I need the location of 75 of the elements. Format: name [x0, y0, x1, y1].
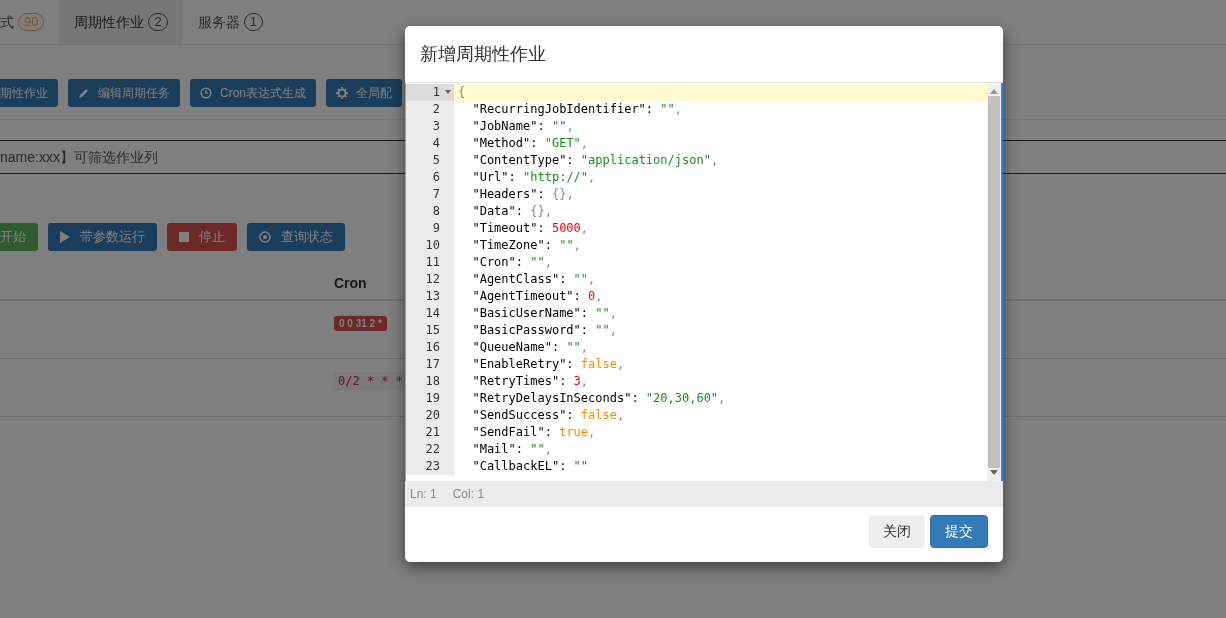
code-line: "Mail": "", — [471, 441, 552, 458]
action-button[interactable]: 开始 — [0, 223, 38, 251]
code-line: "BasicPassword": "", — [471, 322, 617, 339]
toolbar-button[interactable]: 期性作业 — [0, 79, 58, 107]
cursor-column: Col: 1 — [452, 485, 485, 503]
tab-label: 周期性作业 — [74, 12, 145, 32]
close-button[interactable]: 关闭 — [869, 515, 925, 548]
line-number: 21 — [425, 425, 440, 439]
code-line: "BasicUserName": "", — [471, 305, 617, 322]
cron-expression: 0/2 * * * — [334, 372, 408, 390]
scroll-up-icon[interactable] — [990, 89, 998, 94]
line-number: 5 — [432, 153, 440, 167]
line-number: 1 — [432, 85, 440, 99]
code-line: "RecurringJobIdentifier": "", — [471, 101, 682, 118]
line-number: 23 — [425, 459, 440, 473]
clock-icon — [200, 87, 212, 99]
line-number: 20 — [425, 408, 440, 422]
tab[interactable]: 服务器 1 — [182, 0, 278, 44]
tab-label: 式 — [0, 12, 14, 32]
code-line: "Data": {}, — [471, 203, 552, 220]
toolbar-button[interactable]: Cron表达式生成 — [190, 79, 316, 107]
column-header: Cron — [334, 275, 367, 291]
tab[interactable]: 周期性作业 2 — [59, 0, 183, 44]
action-button[interactable]: 查询状态 — [247, 223, 345, 251]
line-number: 12 — [425, 272, 440, 286]
code-line: "Cron": "", — [471, 254, 552, 271]
scroll-down-icon[interactable] — [990, 470, 998, 475]
code-line: "RetryDelaysInSeconds": "20,30,60", — [471, 390, 726, 407]
line-number: 13 — [425, 289, 440, 303]
action-button[interactable]: 停止 — [167, 223, 237, 251]
submit-button[interactable]: 提交 — [930, 515, 988, 548]
line-number: 7 — [432, 187, 440, 201]
code-line: "Headers": {}, — [471, 186, 574, 203]
cron-tag: 0 0 31 2 * — [334, 316, 387, 331]
line-number: 22 — [425, 442, 440, 456]
line-number: 19 — [425, 391, 440, 405]
play-icon — [60, 231, 70, 243]
code-line: "CallbackEL": "" — [471, 458, 589, 475]
cursor-line: Ln: 1 — [410, 486, 437, 503]
code-line: "SendSuccess": false, — [471, 407, 625, 424]
toolbar-button[interactable]: 编辑周期任务 — [68, 79, 180, 107]
tab-label: 服务器 — [197, 12, 240, 32]
code-line: "AgentTimeout": 0, — [471, 288, 603, 305]
line-number: 15 — [425, 323, 440, 337]
pencil-icon — [78, 87, 90, 99]
target-icon — [259, 231, 271, 243]
line-number: 16 — [425, 340, 440, 354]
gear-icon — [336, 87, 348, 99]
line-number: 9 — [432, 221, 440, 235]
stop-icon — [179, 232, 189, 242]
line-number: 8 — [432, 204, 440, 218]
line-number: 2 — [432, 102, 440, 116]
code-line: "SendFail": true, — [471, 424, 596, 441]
line-number: 18 — [425, 374, 440, 388]
code-line: "Timeout": 5000, — [471, 220, 589, 237]
tab[interactable]: 式 90 — [0, 0, 60, 44]
line-number: 10 — [425, 238, 440, 252]
code-line: "RetryTimes": 3, — [471, 373, 589, 390]
code-line: "JobName": "", — [471, 118, 574, 135]
scrollbar[interactable] — [987, 83, 1001, 481]
code-line: "EnableRetry": false, — [471, 356, 625, 373]
code-line: "TimeZone": "", — [471, 237, 581, 254]
code-line: "QueueName": "", — [471, 339, 589, 356]
code-line: { — [457, 84, 466, 101]
line-number: 11 — [425, 255, 440, 269]
code-line: "ContentType": "application/json", — [471, 152, 719, 169]
line-number: 3 — [432, 119, 440, 133]
code-line: "AgentClass": "", — [471, 271, 596, 288]
line-number: 14 — [425, 306, 440, 320]
fold-icon[interactable] — [445, 90, 451, 94]
action-button[interactable]: 带参数运行 — [48, 223, 157, 251]
line-number: 17 — [425, 357, 440, 371]
toolbar-button[interactable]: 全局配 — [326, 79, 402, 107]
dialog-title: 新增周期性作业 — [420, 44, 546, 64]
code-editor[interactable] — [405, 83, 1003, 481]
